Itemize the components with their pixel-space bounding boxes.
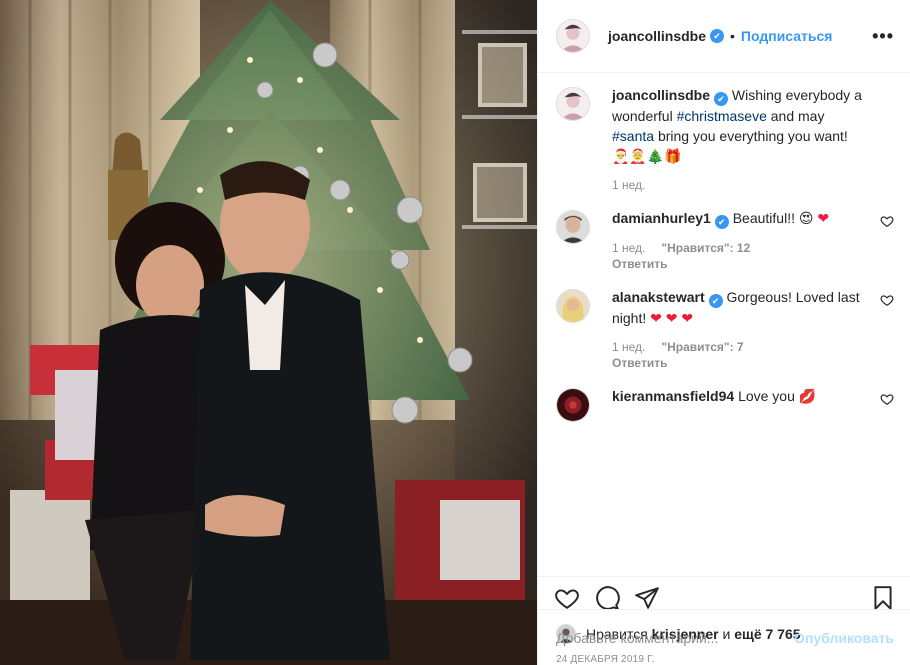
separator-dot: • — [730, 28, 735, 44]
christmas-photo-image — [0, 0, 537, 665]
heart-icon[interactable] — [554, 585, 580, 611]
avatar-image — [557, 389, 589, 421]
avatar-image — [557, 20, 589, 52]
comment-username[interactable]: kieranmansfield94 — [612, 388, 734, 404]
avatar[interactable] — [556, 87, 590, 121]
comment-time[interactable]: 1 нед. — [612, 241, 645, 255]
share-icon[interactable] — [634, 585, 660, 611]
hashtag-link[interactable]: #christmaseve — [677, 108, 767, 124]
comment-text: alanakstewart ✔ Gorgeous! Loved last nigh… — [612, 287, 868, 328]
avatar[interactable] — [556, 289, 590, 323]
comment-emoji: ❤ — [817, 210, 830, 226]
verified-icon: ✔ — [708, 294, 723, 308]
comment-username[interactable]: damianhurley1 — [612, 210, 711, 226]
comment-username[interactable]: alanakstewart — [612, 289, 705, 305]
comment-body: Love you — [738, 388, 795, 404]
heart-icon[interactable] — [880, 293, 894, 307]
heart-icon[interactable] — [880, 392, 894, 406]
comment-time[interactable]: 1 нед. — [612, 340, 645, 354]
post-sidebar: joancollinsdbe ✔ • Подписаться ••• joanc… — [537, 0, 910, 665]
verified-icon: ✔ — [714, 92, 729, 106]
comment-item: damianhurley1 ✔ Beautiful!! 😍 ❤ 1 нед. "Н… — [556, 208, 894, 271]
avatar[interactable] — [556, 19, 590, 53]
avatar-image — [557, 211, 589, 243]
header-username[interactable]: joancollinsdbe — [608, 28, 706, 44]
bookmark-icon[interactable] — [870, 585, 896, 611]
post-header: joancollinsdbe ✔ • Подписаться ••• — [538, 0, 910, 73]
post-photo[interactable] — [0, 0, 537, 665]
caption: joancollinsdbe ✔ Wishing everybody a wond… — [556, 85, 894, 192]
comment-meta: 1 нед. "Нравится": 7 — [612, 340, 868, 354]
caption-text: joancollinsdbe ✔ Wishing everybody a wond… — [612, 85, 868, 166]
verified-icon: ✔ — [710, 29, 725, 43]
instagram-post: joancollinsdbe ✔ • Подписаться ••• joanc… — [0, 0, 910, 665]
comment-likes[interactable]: "Нравится": 12 — [661, 241, 750, 255]
comment-emoji: 💋 — [798, 388, 817, 404]
add-comment-bar: Опубликовать — [538, 609, 910, 665]
comments-list[interactable]: joancollinsdbe ✔ Wishing everybody a wond… — [538, 73, 910, 574]
avatar[interactable] — [556, 388, 590, 422]
verified-icon: ✔ — [714, 215, 729, 229]
heart-icon[interactable] — [880, 214, 894, 228]
reply-button[interactable]: Ответить — [612, 257, 868, 271]
hashtag-link[interactable]: #santa — [612, 128, 654, 144]
publish-button[interactable]: Опубликовать — [794, 630, 894, 646]
comment-body: Beautiful!! — [732, 210, 795, 226]
follow-button[interactable]: Подписаться — [741, 28, 833, 44]
avatar-image — [557, 290, 589, 322]
comment-input[interactable] — [556, 629, 795, 646]
caption-emojis: 🎅🤶🎄🎁 — [612, 148, 682, 164]
comment-meta: 1 нед. — [612, 178, 868, 192]
comment-emoji: 😍 — [798, 210, 814, 226]
reply-button[interactable]: Ответить — [612, 356, 868, 370]
comment-likes[interactable]: "Нравится": 7 — [661, 340, 743, 354]
caption-text-part: bring you everything you want! — [657, 128, 848, 144]
caption-username[interactable]: joancollinsdbe — [612, 87, 710, 103]
comment-text: kieranmansfield94 Love you 💋 — [612, 386, 868, 406]
caption-time[interactable]: 1 нед. — [612, 178, 645, 192]
caption-text-part: and may — [770, 108, 825, 124]
comment-item: kieranmansfield94 Love you 💋 — [556, 386, 894, 422]
comment-meta: 1 нед. "Нравится": 12 — [612, 241, 868, 255]
comment-emoji: ❤ ❤ ❤ — [650, 310, 694, 326]
comment-item: alanakstewart ✔ Gorgeous! Loved last nigh… — [556, 287, 894, 370]
comment-text: damianhurley1 ✔ Beautiful!! 😍 ❤ — [612, 208, 868, 229]
comment-icon[interactable] — [594, 585, 620, 611]
avatar-image — [557, 88, 589, 120]
more-icon[interactable]: ••• — [872, 26, 894, 47]
avatar[interactable] — [556, 210, 590, 244]
